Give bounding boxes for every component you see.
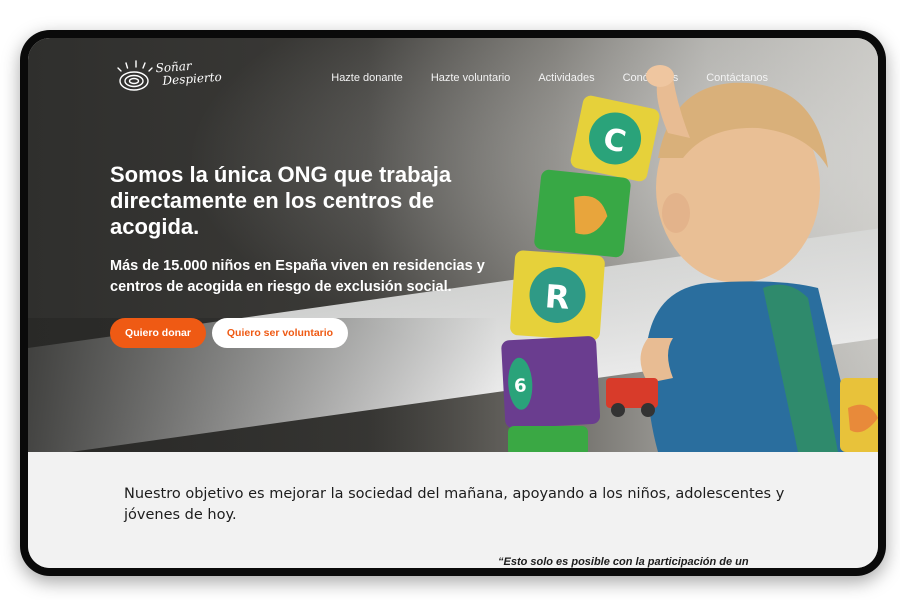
- block-number-6: 6: [514, 375, 528, 397]
- volunteer-button[interactable]: Quiero ser voluntario: [212, 318, 348, 348]
- hero-section: Soñar Despierto Hazte donante Hazte volu…: [28, 38, 878, 452]
- hero-child-image: C R 6: [501, 65, 878, 452]
- block-letter-r: R: [544, 277, 571, 317]
- hero-headline: Somos la única ONG que trabaja directame…: [110, 162, 452, 239]
- objective-section: Nuestro objetivo es mejorar la sociedad …: [28, 452, 878, 568]
- quote-text: “Esto solo es posible con la participaci…: [498, 556, 749, 568]
- nav-hazte-donante[interactable]: Hazte donante: [331, 72, 403, 84]
- hero-subline: Más de 15.000 niños en España viven en r…: [110, 258, 485, 295]
- device-frame: Soñar Despierto Hazte donante Hazte volu…: [20, 30, 886, 576]
- objective-text: Nuestro objetivo es mejorar la sociedad …: [124, 486, 785, 523]
- browser-screen: Soñar Despierto Hazte donante Hazte volu…: [28, 38, 878, 568]
- donate-button[interactable]: Quiero donar: [110, 318, 206, 348]
- logo-wordmark[interactable]: Soñar Despierto: [155, 58, 222, 88]
